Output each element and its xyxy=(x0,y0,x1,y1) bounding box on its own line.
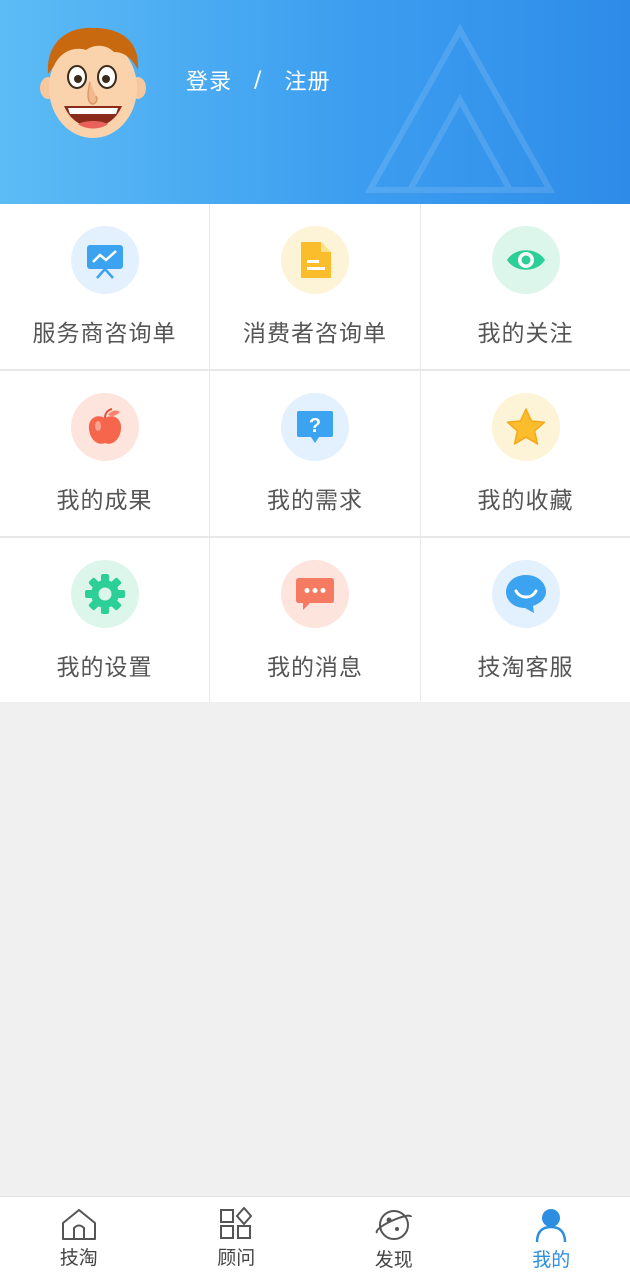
home-icon xyxy=(61,1209,96,1240)
avatar[interactable] xyxy=(40,22,146,142)
tab-discover[interactable]: 发现 xyxy=(315,1197,473,1280)
icon-circle xyxy=(70,226,139,294)
customer-service-icon xyxy=(505,575,546,613)
tab-jitao[interactable]: 技淘 xyxy=(0,1197,158,1280)
menu-grid: 服务商咨询单 消费者咨询单 我的关注 我的成果 ? 我的需求 我的收藏 我的设置… xyxy=(0,204,630,702)
bottom-tab-bar: 技淘 顾问 发现 我的 xyxy=(0,1196,630,1280)
apps-grid-icon xyxy=(220,1207,253,1239)
menu-item-my-follows[interactable]: 我的关注 xyxy=(421,204,630,369)
presentation-board-icon xyxy=(86,245,123,279)
icon-circle xyxy=(70,393,139,461)
tab-label: 技淘 xyxy=(59,1247,98,1269)
icon-circle xyxy=(281,560,349,628)
gear-icon xyxy=(84,574,125,614)
question-bubble-icon: ? xyxy=(297,411,333,443)
tab-mine[interactable]: 我的 xyxy=(473,1197,630,1280)
menu-item-label: 消费者咨询单 xyxy=(243,321,387,347)
tab-label: 顾问 xyxy=(217,1247,256,1269)
menu-item-consumer-inquiry[interactable]: 消费者咨询单 xyxy=(210,204,420,369)
menu-item-my-favorites[interactable]: 我的收藏 xyxy=(421,371,630,536)
icon-circle: ? xyxy=(281,393,349,461)
menu-item-my-settings[interactable]: 我的设置 xyxy=(0,538,209,702)
menu-item-label: 我的消息 xyxy=(267,655,363,681)
message-icon xyxy=(296,578,334,610)
register-link[interactable]: 注册 xyxy=(284,64,330,96)
menu-item-label: 我的收藏 xyxy=(477,488,574,514)
icon-circle xyxy=(491,393,560,461)
icon-circle xyxy=(491,560,560,628)
icon-circle xyxy=(281,226,349,294)
auth-separator: / xyxy=(254,67,263,93)
icon-circle xyxy=(70,560,139,628)
person-icon xyxy=(536,1209,567,1243)
auth-links: 登录 / 注册 xyxy=(186,64,330,96)
tab-label: 我的 xyxy=(532,1249,571,1271)
menu-item-my-messages[interactable]: 我的消息 xyxy=(210,538,420,702)
menu-item-service-provider-inquiry[interactable]: 服务商咨询单 xyxy=(0,204,209,369)
menu-item-label: 我的设置 xyxy=(56,655,153,681)
tab-label: 发现 xyxy=(374,1249,413,1271)
icon-circle xyxy=(491,226,560,294)
login-link[interactable]: 登录 xyxy=(186,64,232,96)
menu-item-my-achievements[interactable]: 我的成果 xyxy=(0,371,209,536)
menu-item-my-demands[interactable]: ? 我的需求 xyxy=(210,371,420,536)
menu-item-label: 技淘客服 xyxy=(477,655,574,681)
menu-item-label: 我的关注 xyxy=(477,321,574,347)
document-icon xyxy=(301,242,331,278)
menu-item-label: 我的成果 xyxy=(56,488,153,514)
eye-icon xyxy=(506,250,545,270)
svg-text:?: ? xyxy=(309,415,321,437)
star-icon xyxy=(506,408,545,445)
tab-advisor[interactable]: 顾问 xyxy=(158,1197,316,1280)
planet-icon xyxy=(375,1210,412,1240)
menu-item-customer-service[interactable]: 技淘客服 xyxy=(421,538,630,702)
menu-item-label: 服务商咨询单 xyxy=(32,321,177,347)
apple-icon xyxy=(88,408,121,444)
header-decoration xyxy=(364,23,556,193)
menu-item-label: 我的需求 xyxy=(267,488,363,514)
profile-header: 登录 / 注册 xyxy=(0,0,630,204)
